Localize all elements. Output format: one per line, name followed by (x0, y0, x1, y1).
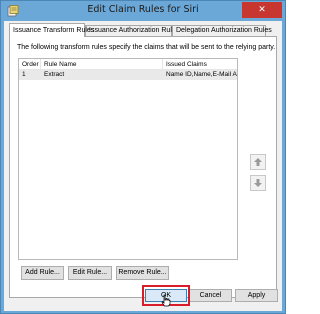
panel-description: The following transform rules specify th… (17, 44, 276, 51)
column-header-order[interactable]: Order (19, 59, 41, 70)
tab-issuance-authorization-rules[interactable]: Issuance Authorization Rules (85, 25, 179, 36)
column-header-rule-name[interactable]: Rule Name (41, 59, 163, 70)
title-bar[interactable]: Edit Claim Rules for Siri ✕ (1, 1, 285, 21)
move-up-icon (254, 158, 262, 166)
tab-issuance-transform-rules[interactable]: Issuance Transform Rules (9, 23, 94, 37)
rules-list[interactable]: Order Rule Name Issued Claims 1 Extract … (18, 58, 238, 260)
tab-delegation-authorization-rules[interactable]: Delegation Authorization Rules (172, 25, 272, 36)
close-button[interactable]: ✕ (242, 2, 282, 18)
dialog-client-area: Issuance Transform Rules Issuance Author… (4, 21, 282, 311)
add-rule-button[interactable]: Add Rule... (21, 266, 64, 280)
dialog-window: Edit Claim Rules for Siri ✕ Issuance Tra… (0, 0, 286, 314)
move-up-button[interactable] (250, 154, 266, 170)
move-down-button[interactable] (250, 175, 266, 191)
remove-rule-button[interactable]: Remove Rule... (116, 266, 169, 280)
edit-rule-button[interactable]: Edit Rule... (68, 266, 112, 280)
hand-cursor-icon (161, 294, 171, 307)
apply-button[interactable]: Apply (235, 289, 278, 302)
move-down-icon (254, 179, 262, 187)
row-order: 1 (22, 71, 26, 78)
rules-list-header: Order Rule Name Issued Claims (19, 59, 237, 70)
row-rule-name: Extract (44, 71, 65, 78)
column-header-issued-claims[interactable]: Issued Claims (163, 59, 237, 70)
tab-panel: The following transform rules specify th… (9, 36, 277, 298)
table-row[interactable]: 1 Extract Name ID,Name,E-Mail Ad... (19, 70, 237, 80)
cancel-button[interactable]: Cancel (189, 289, 232, 302)
row-issued-claims: Name ID,Name,E-Mail Ad... (166, 71, 237, 78)
